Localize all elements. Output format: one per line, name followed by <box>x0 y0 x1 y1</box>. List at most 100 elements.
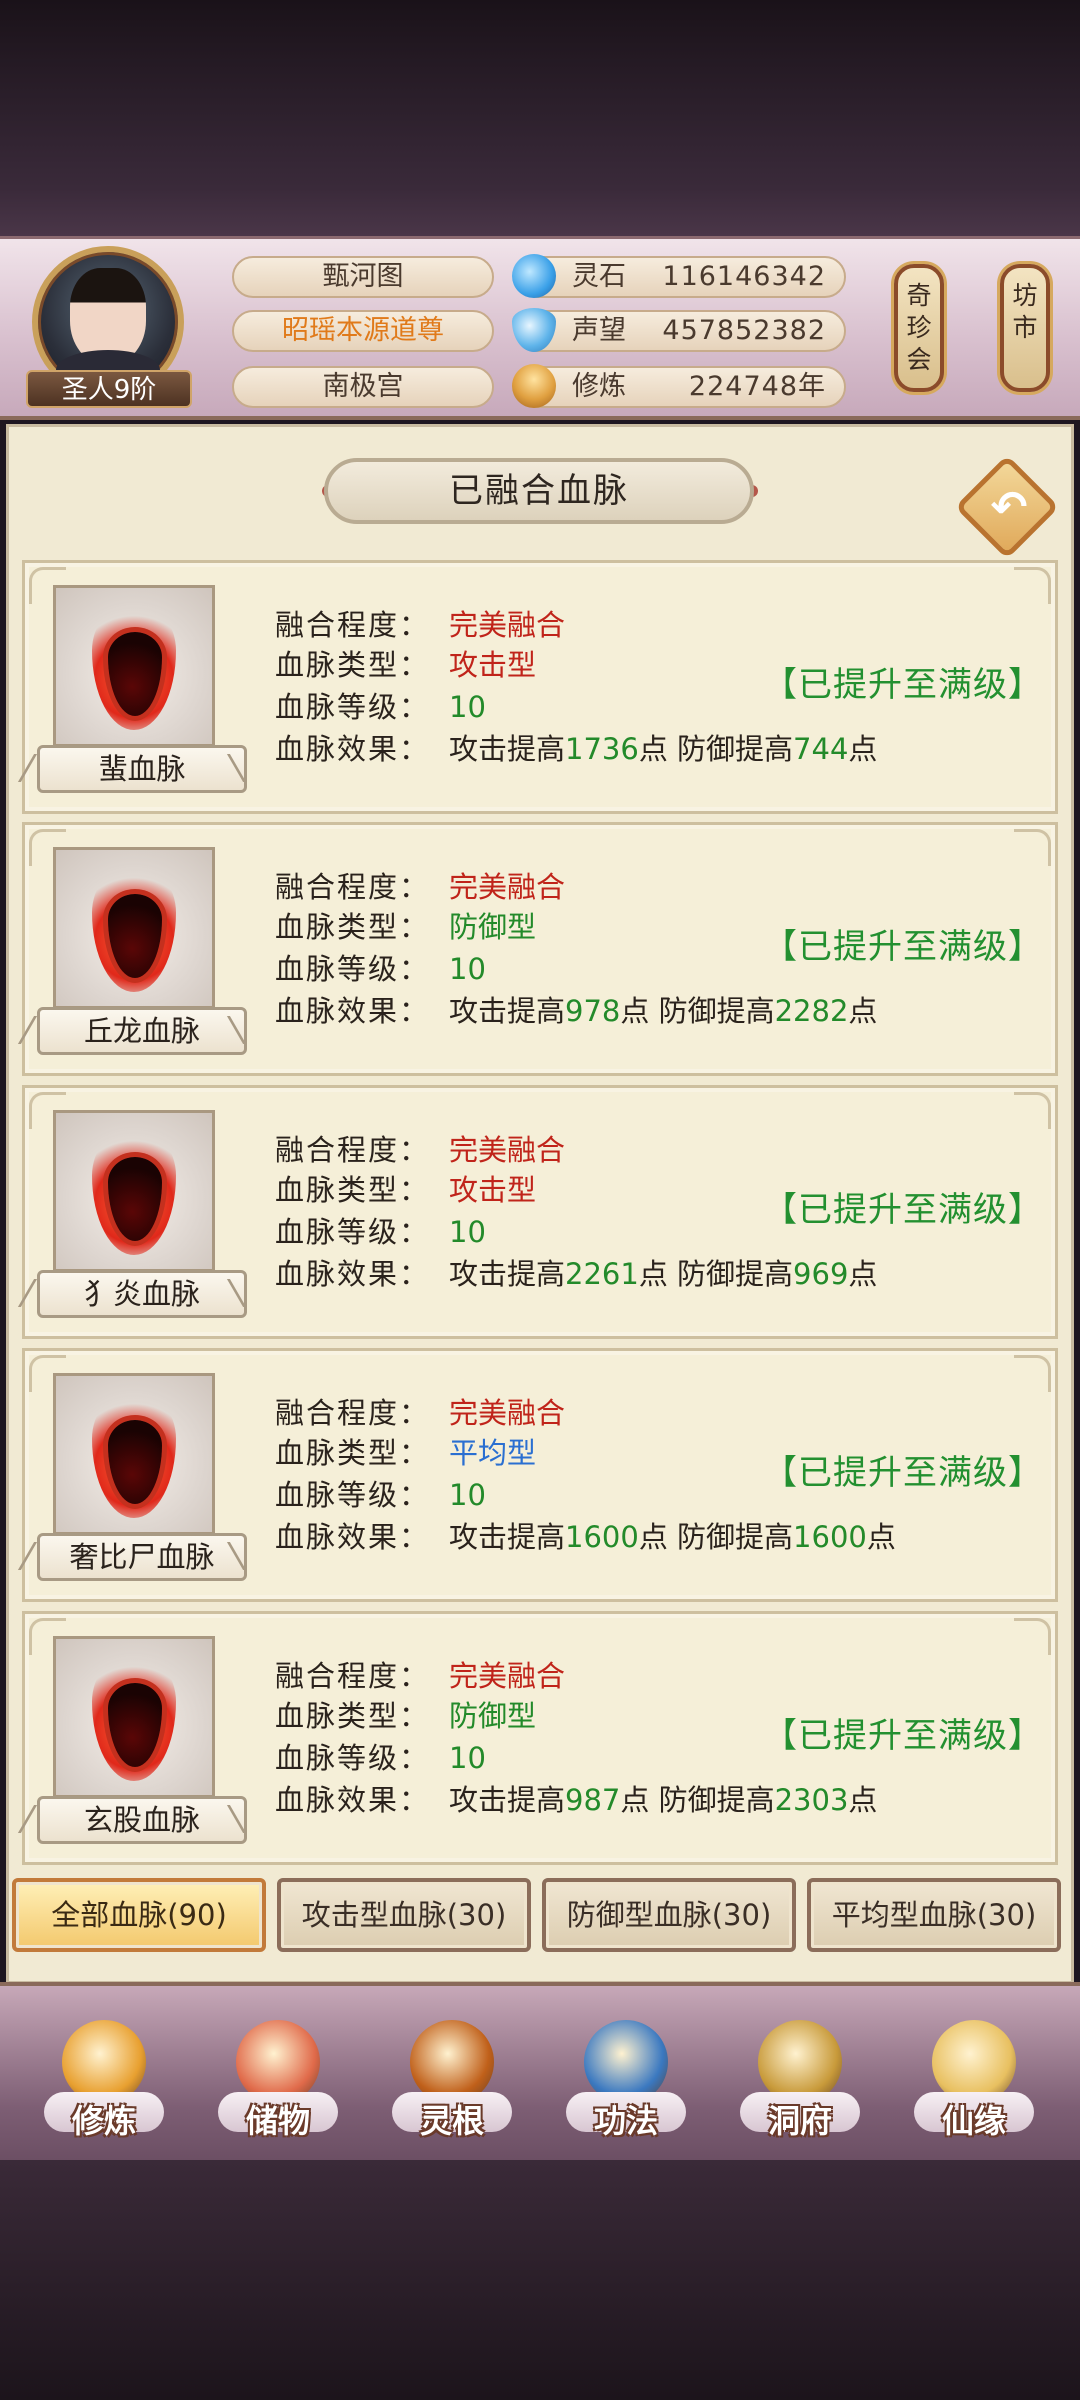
effect-segment: 点 防御提高 <box>620 994 775 1028</box>
field-label: 血脉等级： <box>275 1478 431 1512</box>
card-corner-ornament <box>1014 1355 1051 1392</box>
field-label: 血脉类型： <box>275 648 431 682</box>
level-value: 10 <box>449 690 486 724</box>
bloodline-name: 玄股血脉 <box>37 1796 247 1844</box>
back-arrow-icon: ↶ <box>990 482 1028 533</box>
meditation-icon <box>512 364 556 408</box>
field-label: 融合程度： <box>275 1659 431 1693</box>
effect-value: 攻击提高987点 防御提高2303点 <box>449 1780 877 1820</box>
effect-segment: 点 防御提高 <box>638 732 794 766</box>
bloodline-icon-frame <box>53 1636 215 1798</box>
card-corner-ornament <box>1014 1092 1051 1129</box>
field-label: 血脉等级： <box>275 1215 431 1249</box>
bloodline-icon-frame <box>53 1373 215 1535</box>
bloodline-card[interactable]: 丘龙血脉 融合程度： 完美融合 血脉类型： 防御型 血脉等级： 10 血脉效果：… <box>22 822 1058 1076</box>
fusion-value: 完美融合 <box>449 870 566 904</box>
card-corner-ornament <box>1014 1618 1051 1655</box>
effect-value: 攻击提高2261点 防御提高969点 <box>449 1254 877 1294</box>
effect-segment: 2303 <box>774 1783 849 1817</box>
resource-spirit-stone: 灵石 116146342 <box>512 254 846 298</box>
level-value: 10 <box>449 1215 486 1249</box>
panel-title: 已融合血脉 <box>324 458 754 524</box>
bloodline-name: 丘龙血脉 <box>37 1007 247 1055</box>
fusion-value: 完美融合 <box>449 1659 566 1693</box>
nav-item[interactable]: 储物 <box>218 2020 338 2160</box>
bloodline-icon-frame <box>53 1110 215 1272</box>
nav-item[interactable]: 灵根 <box>392 2020 512 2160</box>
treasure-fair-button[interactable]: 奇珍会 <box>894 264 944 392</box>
bottom-background <box>0 2160 1080 2400</box>
nav-label: 功法 <box>593 2102 658 2140</box>
effect-segment: 点 <box>848 732 878 766</box>
field-label: 血脉类型： <box>275 910 431 944</box>
filter-tab[interactable]: 攻击型血脉(30) <box>277 1878 531 1952</box>
title-pill-2[interactable]: 昭瑶本源道尊 <box>232 310 494 352</box>
field-label: 血脉类型： <box>275 1699 431 1733</box>
title-text: 昭瑶本源道尊 <box>282 315 444 346</box>
filter-tab[interactable]: 平均型血脉(30) <box>807 1878 1061 1952</box>
bloodline-card[interactable]: 犭炎血脉 融合程度： 完美融合 血脉类型： 攻击型 血脉等级： 10 血脉效果：… <box>22 1085 1058 1339</box>
type-value: 平均型 <box>449 1436 537 1470</box>
resource-cultivation: 修炼 224748年 <box>512 364 846 408</box>
effect-segment: 987 <box>565 1783 621 1817</box>
field-label: 血脉效果： <box>275 732 431 766</box>
effect-segment: 攻击提高 <box>449 1257 566 1291</box>
title-text: 甄河图 <box>322 261 404 292</box>
field-label: 融合程度： <box>275 1133 431 1167</box>
title-pill-3[interactable]: 南极宫 <box>232 366 494 408</box>
filter-tab-label: 全部血脉(90) <box>51 1898 227 1932</box>
max-level-status: 【已提升至满级】 <box>763 1190 1043 1230</box>
bloodline-card[interactable]: 玄股血脉 融合程度： 完美融合 血脉类型： 防御型 血脉等级： 10 血脉效果：… <box>22 1611 1058 1865</box>
field-label: 血脉等级： <box>275 1741 431 1775</box>
title-text: 南极宫 <box>322 371 404 402</box>
filter-tab-label: 攻击型血脉(30) <box>301 1898 507 1932</box>
field-label: 血脉等级： <box>275 690 431 724</box>
nav-item[interactable]: 洞府 <box>740 2020 860 2160</box>
bloodline-name: 奢比尸血脉 <box>37 1533 247 1581</box>
effect-row: 血脉效果： 攻击提高987点 防御提高2303点 <box>275 1780 877 1820</box>
filter-tab[interactable]: 防御型血脉(30) <box>542 1878 796 1952</box>
effect-segment: 1736 <box>565 732 639 766</box>
nav-label: 洞府 <box>767 2102 832 2140</box>
title-pill-1[interactable]: 甄河图 <box>232 256 494 298</box>
button-label: 坊市 <box>1012 281 1038 342</box>
filter-tab[interactable]: 全部血脉(90) <box>12 1878 266 1952</box>
field-label: 血脉类型： <box>275 1436 431 1470</box>
type-value: 攻击型 <box>449 1173 537 1207</box>
nav-item[interactable]: 功法 <box>566 2020 686 2160</box>
type-row: 血脉类型： 攻击型 <box>275 645 536 685</box>
level-row: 血脉等级： 10 <box>275 687 486 727</box>
resource-value: 116146342 <box>662 261 826 292</box>
filter-tab-label: 防御型血脉(30) <box>566 1898 772 1932</box>
bloodline-card[interactable]: 奢比尸血脉 融合程度： 完美融合 血脉类型： 平均型 血脉等级： 10 血脉效果… <box>22 1348 1058 1602</box>
level-row: 血脉等级： 10 <box>275 1212 486 1252</box>
market-button[interactable]: 坊市 <box>1000 264 1050 392</box>
fusion-row: 融合程度： 完美融合 <box>275 1130 565 1170</box>
effect-segment: 攻击提高 <box>449 1520 566 1554</box>
level-value: 10 <box>449 952 486 986</box>
fusion-value: 完美融合 <box>449 1133 566 1167</box>
effect-segment: 攻击提高 <box>449 994 566 1028</box>
bloodline-card[interactable]: 蜚血脉 融合程度： 完美融合 血脉类型： 攻击型 血脉等级： 10 血脉效果： … <box>22 560 1058 814</box>
type-row: 血脉类型： 防御型 <box>275 1696 536 1736</box>
effect-segment: 2261 <box>565 1257 639 1291</box>
effect-segment: 744 <box>793 732 849 766</box>
effect-value: 攻击提高1600点 防御提高1600点 <box>449 1517 896 1557</box>
max-level-status: 【已提升至满级】 <box>763 1716 1043 1756</box>
filter-tab-label: 平均型血脉(30) <box>831 1898 1037 1932</box>
level-value: 10 <box>449 1741 486 1775</box>
level-row: 血脉等级： 10 <box>275 949 486 989</box>
effect-segment: 点 防御提高 <box>638 1520 794 1554</box>
type-value: 防御型 <box>449 1699 537 1733</box>
fusion-value: 完美融合 <box>449 608 566 642</box>
max-level-status: 【已提升至满级】 <box>763 927 1043 967</box>
effect-row: 血脉效果： 攻击提高1600点 防御提高1600点 <box>275 1517 896 1557</box>
field-label: 血脉类型： <box>275 1173 431 1207</box>
nav-item[interactable]: 修炼 <box>44 2020 164 2160</box>
nav-item[interactable]: 仙缘 <box>914 2020 1034 2160</box>
card-corner-ornament <box>1014 567 1051 604</box>
effect-segment: 攻击提高 <box>449 1783 566 1817</box>
bloodline-icon-frame <box>53 585 215 747</box>
effect-segment: 点 防御提高 <box>638 1257 794 1291</box>
fusion-row: 融合程度： 完美融合 <box>275 1656 565 1696</box>
